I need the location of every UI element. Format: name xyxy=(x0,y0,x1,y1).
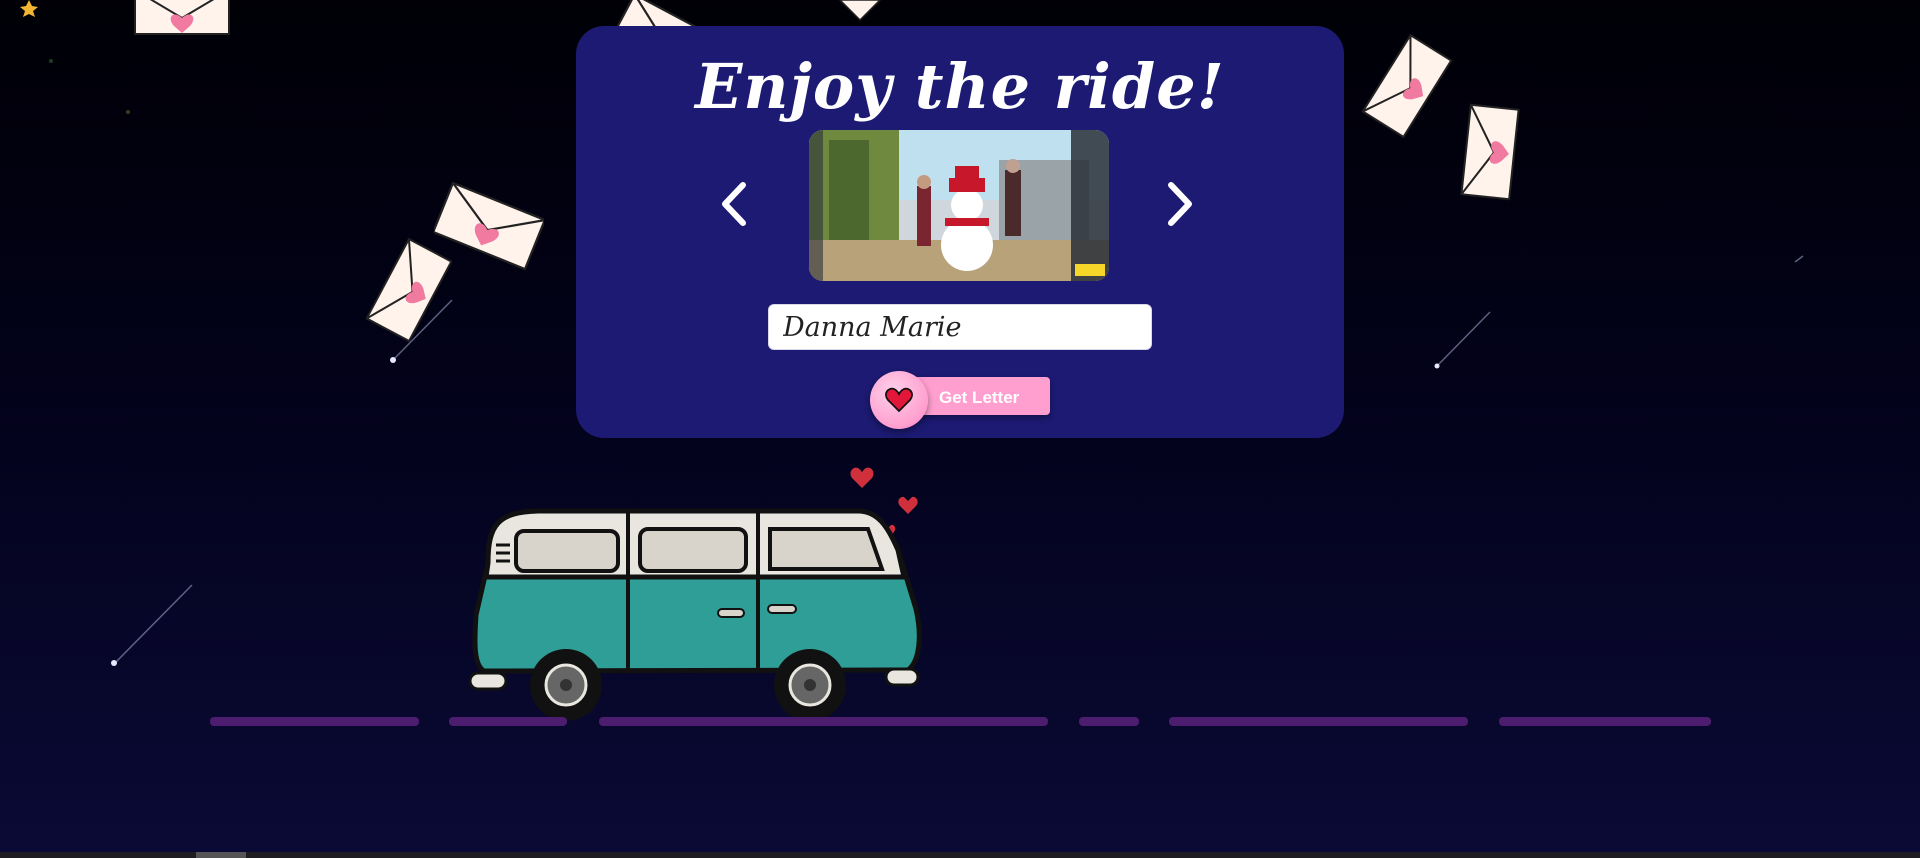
game-screenshot-image xyxy=(809,130,1109,281)
envelope-icon xyxy=(1361,33,1453,139)
get-letter-label: Get Letter xyxy=(939,388,1020,407)
chevron-right-icon xyxy=(1168,182,1192,226)
envelope-icon xyxy=(1460,103,1520,201)
road-dash xyxy=(1169,717,1468,726)
envelope-icon xyxy=(838,0,882,22)
shooting-star xyxy=(111,584,193,666)
scrollbar-thumb[interactable] xyxy=(196,852,246,858)
road-dash xyxy=(449,717,567,726)
envelope-icon xyxy=(134,0,230,35)
night-sky-scene: Enjoy the ride! Danna Marie Get Letter xyxy=(0,0,1920,858)
road-dash xyxy=(1499,717,1711,726)
heart-icon xyxy=(885,387,913,413)
next-slide-button[interactable] xyxy=(1160,174,1200,234)
previous-slide-button[interactable] xyxy=(714,174,754,234)
name-input[interactable] xyxy=(768,304,1152,350)
road-dash xyxy=(210,717,419,726)
road-dash xyxy=(599,717,1048,726)
road-dash xyxy=(1079,717,1139,726)
heart-icon xyxy=(850,467,874,488)
star-icon xyxy=(126,110,130,114)
get-letter-button[interactable]: Get Letter xyxy=(870,371,1050,429)
star-icon xyxy=(49,59,53,63)
van-illustration xyxy=(468,508,922,721)
horizontal-scrollbar[interactable] xyxy=(0,852,1920,858)
shooting-star xyxy=(1794,255,1804,263)
carousel-image xyxy=(809,130,1109,281)
heart-badge[interactable] xyxy=(870,371,928,429)
letter-card: Enjoy the ride! Danna Marie Get Letter xyxy=(576,26,1344,438)
shooting-star xyxy=(1434,311,1491,369)
envelope-icon xyxy=(366,237,452,343)
chevron-left-icon xyxy=(722,182,746,226)
page-title: Enjoy the ride! xyxy=(695,50,1225,123)
star-icon xyxy=(20,0,38,17)
